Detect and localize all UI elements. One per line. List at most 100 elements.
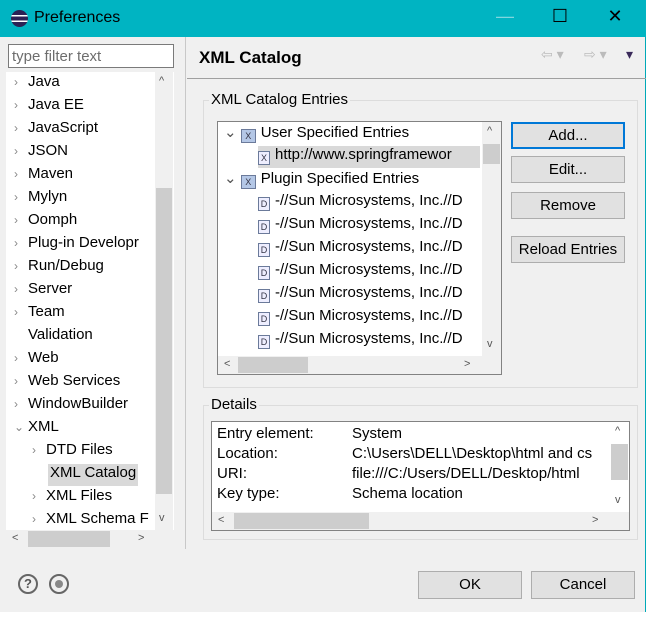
tree-item[interactable]: › Oomph [14, 211, 77, 233]
catalog-entry[interactable]: D -//Sun Microsystems, Inc.//D [258, 238, 463, 260]
tree-item[interactable]: › XML Files [32, 487, 112, 509]
tree-item[interactable]: Validation [14, 326, 93, 348]
scroll-thumb[interactable] [483, 144, 500, 164]
entry-label: -//Sun Microsystems, Inc.//D [275, 192, 463, 209]
dtd-file-icon: D [258, 266, 270, 280]
scroll-thumb[interactable] [156, 188, 172, 494]
chevron-down-icon[interactable]: ⌄ [224, 124, 241, 141]
chevron-right-icon[interactable]: › [14, 75, 28, 89]
back-icon[interactable]: ⇦ ▾ [541, 46, 564, 63]
catalog-entry[interactable]: D -//Sun Microsystems, Inc.//D [258, 330, 463, 352]
tree-item[interactable]: › Web Services [14, 372, 120, 394]
remove-button[interactable]: Remove [511, 192, 625, 219]
details-box: Schema location Key type: file:///C:/Users… [211, 421, 630, 531]
catalog-entry[interactable]: D -//Sun Microsystems, Inc.//D [258, 192, 463, 214]
tree-item-label: Maven [28, 165, 74, 182]
catalog-category[interactable]: ⌄ X User Specified Entries [224, 123, 409, 145]
chevron-right-icon[interactable]: › [14, 282, 28, 296]
chevron-down-icon[interactable]: ⌄ [14, 420, 28, 434]
catalog-entry[interactable]: D -//Sun Microsystems, Inc.//D [258, 261, 463, 283]
chevron-right-icon[interactable]: › [14, 98, 28, 112]
catalog-vscrollbar[interactable]: ^ v [482, 122, 501, 356]
catalog-entry[interactable]: D -//Sun Microsystems, Inc.//D [258, 215, 463, 237]
tree-item[interactable]: › Web [14, 349, 59, 371]
tree-item[interactable]: ⌄ XML [14, 418, 59, 440]
import-export-icon[interactable] [49, 574, 69, 594]
chevron-right-icon[interactable]: › [14, 213, 28, 227]
forward-icon[interactable]: ⇨ ▾ [584, 46, 607, 63]
chevron-right-icon[interactable]: › [14, 259, 28, 273]
tree-item[interactable]: › WindowBuilder [14, 395, 128, 417]
tree-item-label: JSON [28, 142, 69, 159]
entry-label: -//Sun Microsystems, Inc.//D [275, 261, 463, 278]
catalog-entry[interactable]: D -//Sun Microsystems, Inc.//D [258, 307, 463, 329]
tree-item[interactable]: › Run/Debug [14, 257, 104, 279]
chevron-right-icon[interactable]: › [14, 144, 28, 158]
dtd-file-icon: D [258, 289, 270, 303]
chevron-right-icon[interactable]: › [32, 512, 46, 526]
entry-label: -//Sun Microsystems, Inc.//D [275, 238, 463, 255]
tree-item[interactable]: › DTD Files [32, 441, 113, 463]
catalog-icon: X [240, 129, 256, 143]
reload-entries-button[interactable]: Reload Entries [511, 236, 625, 263]
chevron-right-icon[interactable]: › [14, 190, 28, 204]
tree-item[interactable]: › Java EE [14, 96, 84, 118]
dtd-file-icon: D [258, 220, 270, 234]
tree-item[interactable]: › Server [14, 280, 72, 302]
tree-item[interactable]: › XML Schema F [32, 510, 149, 532]
tree-item[interactable]: › Java [14, 73, 60, 95]
tree-item-label: Server [28, 280, 73, 297]
entry-label: http://www.springframewor [275, 146, 452, 163]
chevron-right-icon[interactable]: › [32, 489, 46, 503]
catalog-entry[interactable]: D -//Sun Microsystems, Inc.//D [258, 284, 463, 306]
tree-item[interactable]: › Plug-in Developr [14, 234, 139, 256]
maximize-button[interactable]: ☐ [545, 6, 575, 27]
hscroll-thumb[interactable] [238, 357, 308, 373]
add-button[interactable]: Add... [511, 122, 625, 149]
tree-hscrollbar[interactable]: < > [6, 530, 174, 548]
title-bar: Preferences — ☐ ✕ [0, 0, 646, 37]
details-vscrollbar[interactable]: ^ v [610, 422, 629, 512]
splitter[interactable] [185, 37, 186, 549]
entries-group-label: XML Catalog Entries [209, 91, 351, 108]
help-icon[interactable]: ? [18, 574, 38, 594]
catalog-hscrollbar[interactable]: < > [218, 356, 501, 374]
chevron-right-icon[interactable]: › [32, 443, 46, 457]
chevron-right-icon[interactable]: › [14, 397, 28, 411]
chevron-right-icon[interactable]: › [14, 121, 28, 135]
tree-item[interactable]: › JavaScript [14, 119, 98, 141]
scroll-thumb[interactable] [611, 444, 628, 480]
view-menu-icon[interactable]: ▾ [626, 46, 633, 63]
chevron-right-icon[interactable]: › [14, 305, 28, 319]
tree-item-label: Java [28, 73, 60, 90]
tree-vscrollbar[interactable]: ^ v [155, 72, 173, 530]
tree-item[interactable]: › JSON [14, 142, 68, 164]
preferences-tree: › XML Schema F › XML Files XML Catalog › DTD F… [6, 72, 174, 548]
chevron-right-icon[interactable]: › [14, 374, 28, 388]
close-button[interactable]: ✕ [600, 6, 630, 27]
eclipse-icon [11, 10, 28, 27]
chevron-down-icon[interactable]: ⌄ [224, 170, 241, 187]
tree-item-label: XML [28, 418, 59, 435]
minimize-button[interactable]: — [490, 6, 520, 27]
ok-button[interactable]: OK [418, 571, 522, 599]
chevron-right-icon[interactable]: › [14, 167, 28, 181]
tree-item[interactable]: › Mylyn [14, 188, 67, 210]
hscroll-thumb[interactable] [28, 531, 110, 547]
catalog-entry[interactable]: Xhttp://www.springframewor [258, 146, 480, 168]
catalog-category[interactable]: ⌄ X Plugin Specified Entries [224, 169, 419, 191]
tree-item[interactable]: › Maven [14, 165, 73, 187]
chevron-right-icon[interactable]: › [14, 236, 28, 250]
tree-item[interactable]: › Team [14, 303, 65, 325]
hscroll-thumb[interactable] [234, 513, 369, 529]
entry-label: -//Sun Microsystems, Inc.//D [275, 307, 463, 324]
tree-item-label: Web Services [28, 372, 121, 389]
filter-input[interactable]: type filter text [8, 44, 174, 68]
tree-item[interactable]: XML Catalog [48, 464, 139, 486]
cancel-button[interactable]: Cancel [531, 571, 635, 599]
tree-item-label: Plug-in Developr [28, 234, 139, 251]
details-hscrollbar[interactable]: < > [212, 512, 629, 530]
dtd-file-icon: D [258, 243, 270, 257]
edit-button[interactable]: Edit... [511, 156, 625, 183]
chevron-right-icon[interactable]: › [14, 351, 28, 365]
